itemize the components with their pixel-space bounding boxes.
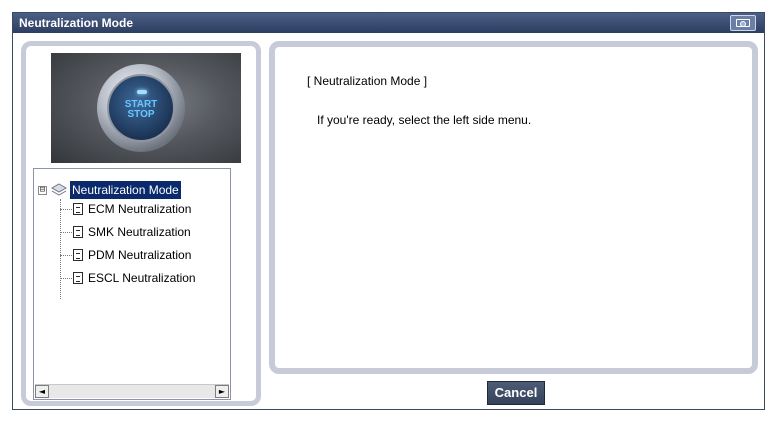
stack-icon	[51, 183, 67, 196]
instruction-message: If you're ready, select the left side me…	[317, 113, 532, 127]
tree-item-ecm-neutralization[interactable]: ECM Neutralization	[88, 200, 191, 218]
tree-item-pdm-neutralization[interactable]: PDM Neutralization	[88, 246, 191, 264]
document-icon	[73, 226, 83, 238]
horizontal-scrollbar[interactable]: ◄ ►	[35, 384, 229, 398]
title-bar: Neutralization Mode	[13, 13, 764, 33]
cancel-button[interactable]: Cancel	[487, 381, 545, 405]
menu-tree[interactable]: ⊟ Neutralization Mode ECM Neutralization…	[33, 168, 231, 400]
neutralization-window: Neutralization Mode START STOP ⊟ Neutral…	[12, 12, 765, 410]
left-panel: START STOP ⊟ Neutralization Mode ECM Neu…	[21, 41, 261, 406]
tree-item-escl-neutralization[interactable]: ESCL Neutralization	[88, 269, 196, 287]
content-panel: [ Neutralization Mode ] If you're ready,…	[269, 41, 758, 374]
document-icon	[73, 203, 83, 215]
tree-item-smk-neutralization[interactable]: SMK Neutralization	[88, 223, 191, 241]
stop-label: STOP	[127, 109, 155, 120]
start-stop-button-image: START STOP	[51, 53, 241, 163]
document-icon	[73, 249, 83, 261]
tree-root-neutralization-mode[interactable]: Neutralization Mode	[70, 181, 181, 199]
document-icon	[73, 272, 83, 284]
camera-icon[interactable]	[730, 15, 756, 31]
content-heading: [ Neutralization Mode ]	[307, 74, 428, 88]
collapse-icon[interactable]: ⊟	[38, 186, 47, 195]
window-title: Neutralization Mode	[19, 16, 134, 30]
scroll-left-icon[interactable]: ◄	[35, 385, 49, 398]
scroll-right-icon[interactable]: ►	[215, 385, 229, 398]
